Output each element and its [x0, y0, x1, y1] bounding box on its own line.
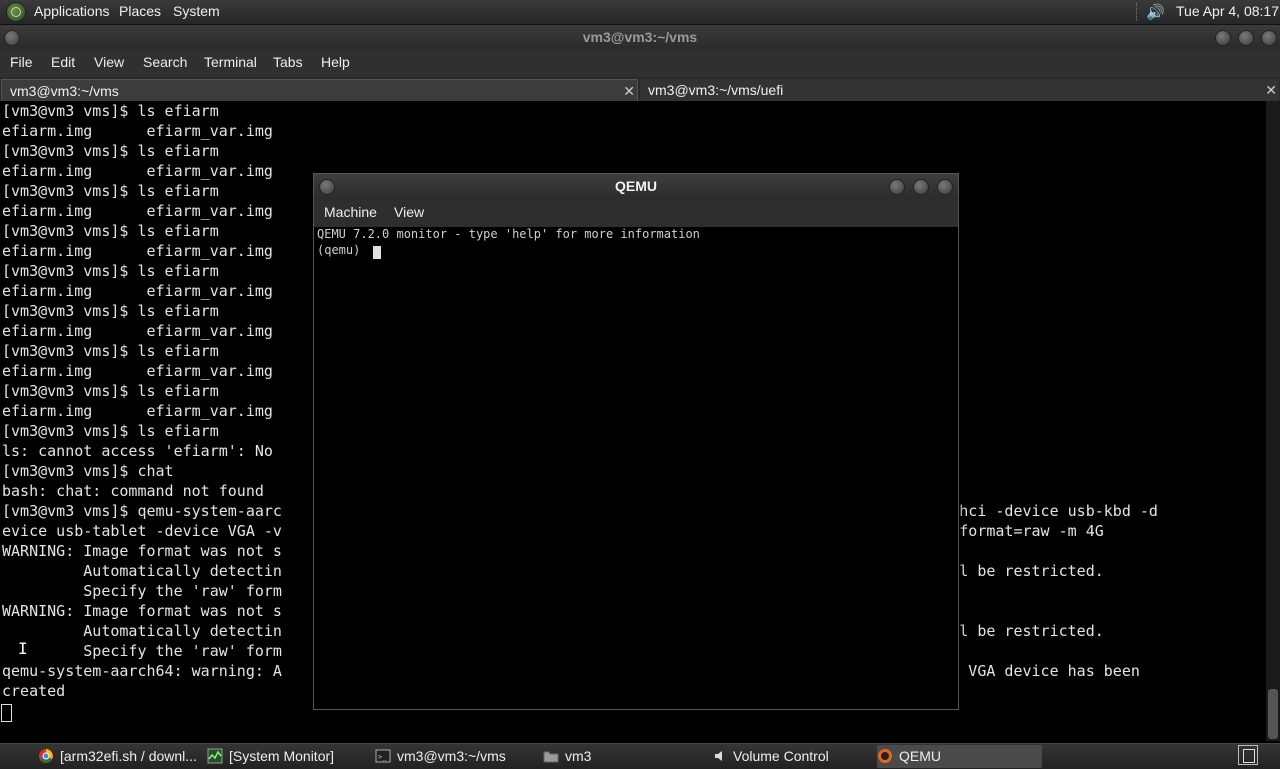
terminal-menubar: File Edit View Search Terminal Tabs Help [0, 49, 1280, 77]
clock[interactable]: Tue Apr 4, 08:17 [1176, 3, 1279, 19]
window-menu-icon[interactable] [4, 30, 20, 46]
volume-control-icon [711, 748, 727, 764]
taskbar-item-qemu[interactable]: QEMU [877, 745, 1042, 768]
places-menu[interactable]: Places [119, 3, 161, 19]
tab-uefi[interactable]: vm3@vm3:~/vms/uefi ✕ [640, 79, 1279, 101]
scrollbar-thumb[interactable] [1268, 689, 1278, 739]
taskbar-label: [arm32efi.sh / downl... [60, 748, 197, 764]
maximize-button[interactable] [913, 179, 929, 195]
folder-icon [543, 748, 559, 764]
taskbar-item-browser[interactable]: [arm32efi.sh / downl... [38, 745, 200, 768]
terminal-window-title: vm3@vm3:~/vms [582, 29, 698, 45]
monitor-prompt: (qemu) [317, 243, 368, 257]
taskbar-label: vm3 [565, 748, 592, 764]
terminal-scrollbar[interactable] [1266, 101, 1280, 741]
qemu-titlebar[interactable]: QEMU [314, 174, 958, 199]
qemu-icon [877, 748, 893, 764]
close-tab-icon[interactable]: ✕ [1265, 79, 1277, 101]
menu-view[interactable]: View [94, 54, 124, 70]
system-menu[interactable]: System [173, 3, 220, 19]
qemu-window-title: QEMU [615, 178, 657, 194]
minimize-button[interactable] [889, 179, 905, 195]
taskbar-item-system-monitor[interactable]: [System Monitor] [207, 745, 367, 768]
window-menu-icon[interactable] [319, 179, 335, 195]
tab-vms[interactable]: vm3@vm3:~/vms ✕ [1, 79, 638, 101]
browser-icon [38, 748, 54, 764]
terminal-line: [vm3@vm3 vms]$ ls efiarm [2, 102, 219, 120]
tab-label: vm3@vm3:~/vms/uefi [648, 82, 784, 98]
menu-machine[interactable]: Machine [324, 204, 377, 220]
qemu-window: QEMU Machine View QEMU 7.2.0 monitor - t… [313, 173, 959, 710]
menu-edit[interactable]: Edit [51, 54, 75, 70]
qemu-menubar: Machine View [314, 199, 958, 227]
panel-separator [1136, 3, 1139, 21]
terminal-titlebar[interactable]: vm3@vm3:~/vms [0, 25, 1280, 49]
mouse-ibeam-icon: I [18, 639, 28, 658]
show-desktop-button[interactable] [1238, 745, 1258, 765]
terminal-tabbar: vm3@vm3:~/vms ✕ vm3@vm3:~/vms/uefi ✕ [0, 77, 1280, 103]
tab-label: vm3@vm3:~/vms [10, 83, 119, 99]
close-button[interactable] [937, 179, 953, 195]
taskbar-item-volume-control[interactable]: Volume Control [711, 745, 871, 768]
monitor-cursor [373, 246, 381, 259]
minimize-button[interactable] [1215, 30, 1231, 46]
menu-search[interactable]: Search [143, 54, 187, 70]
top-panel: Applications Places System 🔊 Tue Apr 4, … [0, 0, 1280, 25]
terminal-icon: >_ [375, 748, 391, 764]
taskbar-label: QEMU [899, 748, 941, 764]
qemu-monitor-console[interactable]: QEMU 7.2.0 monitor - type 'help' for mor… [314, 227, 956, 707]
menu-file[interactable]: File [10, 54, 33, 70]
speaker-icon[interactable]: 🔊 [1146, 3, 1165, 21]
system-monitor-icon [207, 748, 223, 764]
monitor-banner: QEMU 7.2.0 monitor - type 'help' for mor… [317, 227, 700, 241]
distro-logo-icon[interactable] [6, 2, 26, 22]
menu-help[interactable]: Help [321, 54, 350, 70]
terminal-line: efiarm.img efiarm_var.img [2, 122, 273, 140]
close-tab-icon[interactable]: ✕ [623, 80, 635, 102]
menu-tabs[interactable]: Tabs [273, 54, 303, 70]
close-button[interactable] [1261, 30, 1277, 46]
taskbar-item-folder[interactable]: vm3 [543, 745, 703, 768]
taskbar-label: [System Monitor] [229, 748, 335, 764]
applications-menu[interactable]: Applications [34, 3, 110, 19]
taskbar: [arm32efi.sh / downl... [System Monitor]… [0, 743, 1280, 769]
maximize-button[interactable] [1238, 30, 1254, 46]
svg-text:>_: >_ [378, 753, 387, 761]
taskbar-label: vm3@vm3:~/vms [397, 748, 506, 764]
menu-terminal[interactable]: Terminal [204, 54, 257, 70]
menu-view[interactable]: View [394, 204, 424, 220]
terminal-cursor [1, 704, 12, 722]
terminal-line: [vm3@vm3 vms]$ ls efiarm [2, 142, 219, 160]
taskbar-label: Volume Control [733, 748, 829, 764]
taskbar-item-terminal[interactable]: >_ vm3@vm3:~/vms [375, 745, 535, 768]
